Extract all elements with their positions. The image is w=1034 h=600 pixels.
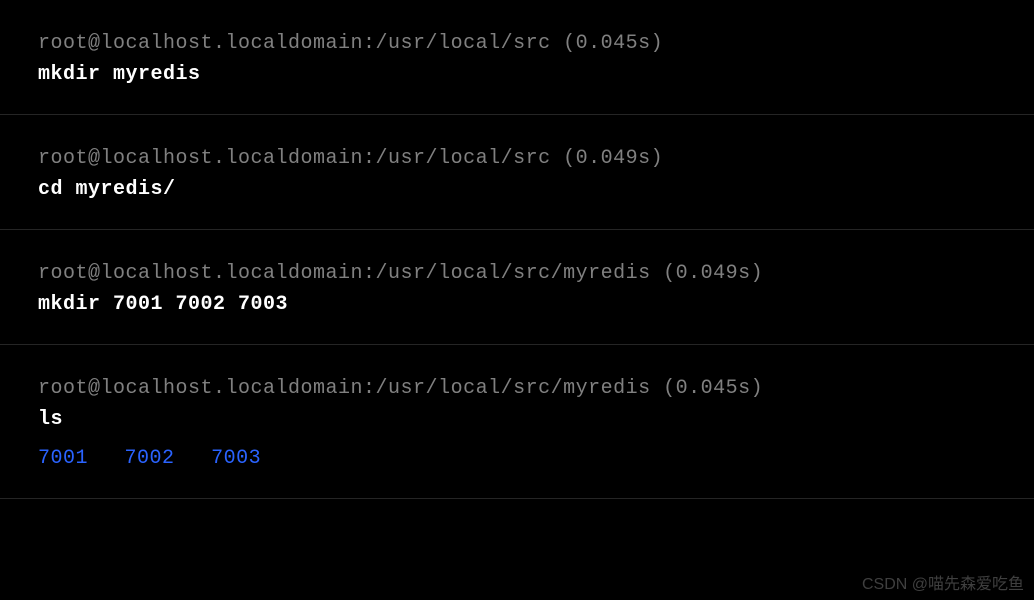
shell-command: ls — [38, 408, 996, 431]
directory-item: 7001 — [38, 447, 88, 470]
shell-command: mkdir myredis — [38, 63, 996, 86]
shell-prompt: root@localhost.localdomain:/usr/local/sr… — [38, 147, 996, 170]
shell-prompt: root@localhost.localdomain:/usr/local/sr… — [38, 377, 996, 400]
directory-item: 7003 — [211, 447, 261, 470]
shell-command: mkdir 7001 7002 7003 — [38, 293, 996, 316]
directory-item: 7002 — [125, 447, 175, 470]
terminal-block: root@localhost.localdomain:/usr/local/sr… — [0, 230, 1034, 345]
terminal-block: root@localhost.localdomain:/usr/local/sr… — [0, 0, 1034, 115]
shell-output: 7001 7002 7003 — [38, 447, 996, 470]
terminal-block: root@localhost.localdomain:/usr/local/sr… — [0, 345, 1034, 499]
shell-command: cd myredis/ — [38, 178, 996, 201]
watermark-text: CSDN @喵先森爱吃鱼 — [862, 570, 1024, 594]
shell-prompt: root@localhost.localdomain:/usr/local/sr… — [38, 262, 996, 285]
terminal-block: root@localhost.localdomain:/usr/local/sr… — [0, 115, 1034, 230]
shell-prompt: root@localhost.localdomain:/usr/local/sr… — [38, 32, 996, 55]
